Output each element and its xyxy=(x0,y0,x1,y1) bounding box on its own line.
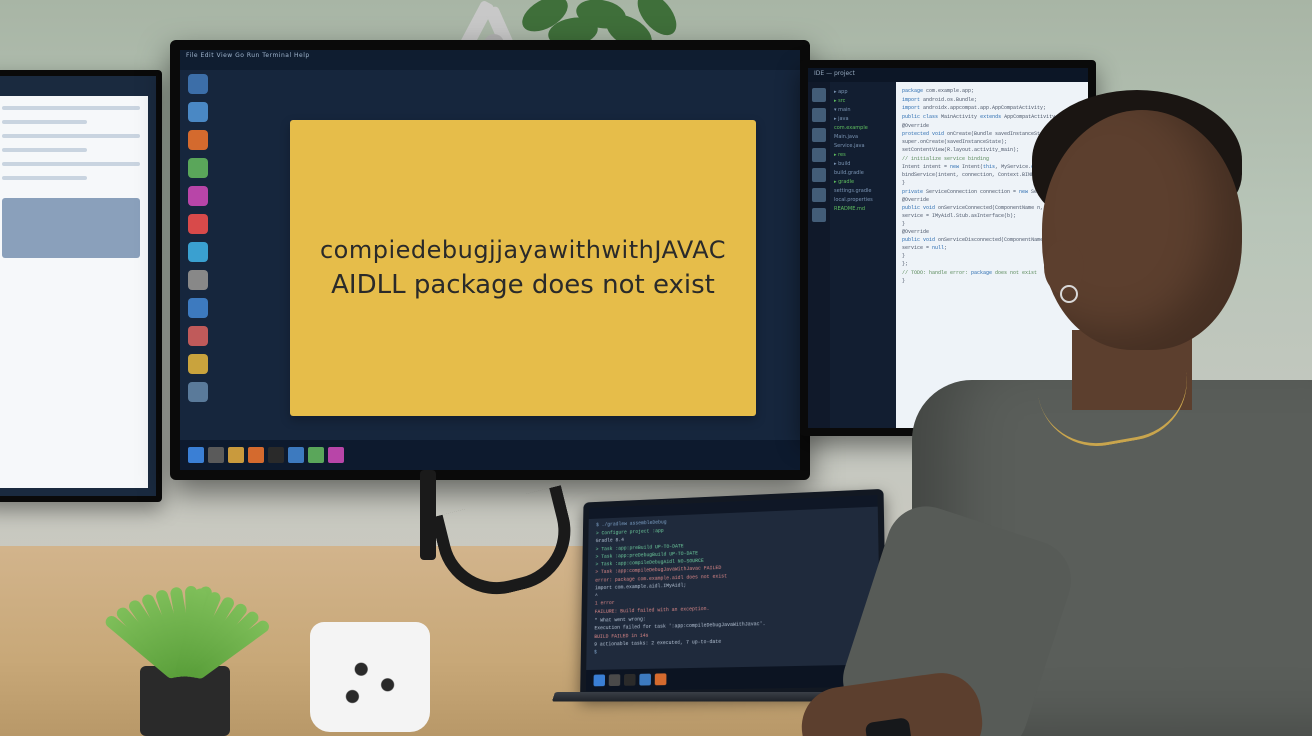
run-icon[interactable] xyxy=(812,188,826,202)
vm-icon[interactable] xyxy=(188,382,208,402)
editor-icon[interactable] xyxy=(188,186,208,206)
notes-icon[interactable] xyxy=(188,354,208,374)
error-line-2: AIDLL package does not exist xyxy=(331,270,715,300)
terminal-icon[interactable] xyxy=(188,74,208,94)
error-sticky-note: compiedebugjjayawithwithJAVAC AIDLL pack… xyxy=(290,120,756,416)
os-menubar: File Edit View Go Run Terminal Help xyxy=(180,50,800,70)
developer-person xyxy=(872,80,1312,736)
headphone-stand-pole xyxy=(420,470,436,560)
terminal-icon[interactable] xyxy=(624,674,636,686)
content-bar xyxy=(2,176,87,180)
laptop: $ ./gradlew assembleDebug> Configure pro… xyxy=(580,489,887,697)
search-icon[interactable] xyxy=(609,674,621,686)
files-icon[interactable] xyxy=(188,102,208,122)
content-bar xyxy=(2,106,140,110)
browser-icon[interactable] xyxy=(188,130,208,150)
code-icon[interactable] xyxy=(188,298,208,318)
extensions-icon[interactable] xyxy=(812,168,826,182)
browser-page xyxy=(0,96,148,488)
explorer-icon[interactable] xyxy=(228,447,244,463)
git-icon[interactable] xyxy=(812,128,826,142)
browser2-icon[interactable] xyxy=(248,447,264,463)
mail-icon[interactable] xyxy=(188,242,208,262)
content-bar xyxy=(2,120,87,124)
ide-icon[interactable] xyxy=(639,674,651,686)
start-icon[interactable] xyxy=(594,674,606,686)
chat-icon[interactable] xyxy=(188,158,208,178)
head xyxy=(1042,110,1242,350)
calendar-icon[interactable] xyxy=(188,326,208,346)
ide-icon[interactable] xyxy=(288,447,304,463)
debug-icon[interactable] xyxy=(812,148,826,162)
content-bar xyxy=(2,134,140,138)
os-taskbar xyxy=(180,440,800,470)
slack-icon[interactable] xyxy=(308,447,324,463)
search-icon[interactable] xyxy=(208,447,224,463)
terminal2-icon[interactable] xyxy=(268,447,284,463)
desktop-dock xyxy=(184,68,212,436)
settings-icon[interactable] xyxy=(188,270,208,290)
content-bar xyxy=(2,162,140,166)
center-monitor: File Edit View Go Run Terminal Help comp… xyxy=(170,40,810,480)
desk-plant xyxy=(60,536,300,736)
workspace-photo: File Edit View Go Run Terminal Help comp… xyxy=(0,0,1312,736)
laptop-terminal: $ ./gradlew assembleDebug> Configure pro… xyxy=(586,507,880,670)
earring xyxy=(1060,285,1078,303)
search-icon[interactable] xyxy=(812,108,826,122)
explorer-icon[interactable] xyxy=(812,88,826,102)
left-monitor xyxy=(0,70,162,502)
test-icon[interactable] xyxy=(812,208,826,222)
music-icon[interactable] xyxy=(188,214,208,234)
browser-icon[interactable] xyxy=(655,673,667,685)
content-bar xyxy=(2,148,87,152)
coffee-mug xyxy=(310,622,430,732)
thumbnail-image xyxy=(2,198,140,258)
start-icon[interactable] xyxy=(188,447,204,463)
pinned-icon[interactable] xyxy=(328,447,344,463)
ide-activity-bar xyxy=(808,82,830,428)
error-line-1: compiedebugjjayawithwithJAVAC xyxy=(320,236,726,264)
